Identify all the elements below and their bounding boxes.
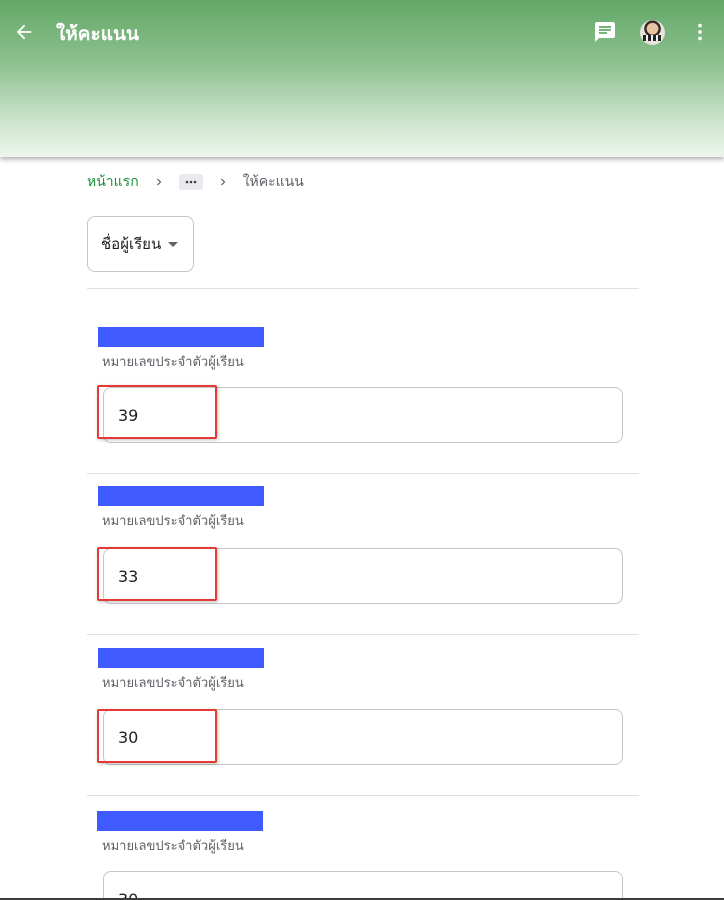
divider: [87, 288, 639, 289]
student-name-redacted: [98, 327, 264, 347]
sort-by-dropdown[interactable]: ชื่อผู้เรียน: [87, 216, 194, 272]
student-name-redacted: [97, 811, 263, 831]
page-title: ให้คะแนน: [56, 23, 139, 45]
student-id-label: หมายเลขประจำตัวผู้เรียน: [102, 839, 244, 854]
student-id-label: หมายเลขประจำตัวผู้เรียน: [102, 355, 244, 370]
comments-button[interactable]: [591, 18, 619, 46]
divider: [87, 795, 639, 796]
back-button[interactable]: [10, 18, 38, 46]
student-row: หมายเลขประจำตัวผู้เรียน 33: [87, 486, 639, 606]
score-value: 33: [118, 567, 139, 586]
student-id-label: หมายเลขประจำตัวผู้เรียน: [102, 514, 244, 529]
more-vert-icon: [698, 23, 702, 41]
app-header: ให้คะแนน: [0, 0, 724, 157]
breadcrumb-home-link[interactable]: หน้าแรก: [87, 171, 139, 193]
more-horiz-icon: [185, 180, 196, 184]
student-row: หมายเลขประจำตัวผู้เรียน 30: [87, 648, 639, 768]
breadcrumb-ellipsis-button[interactable]: [178, 174, 203, 190]
score-input[interactable]: 39: [103, 387, 623, 443]
comment-icon: [595, 22, 615, 42]
avatar[interactable]: [640, 20, 665, 45]
arrow-back-icon: [16, 24, 32, 40]
student-id-label: หมายเลขประจำตัวผู้เรียน: [102, 676, 244, 691]
chevron-right-icon: [203, 175, 243, 189]
dropdown-arrow-icon: [168, 241, 179, 247]
breadcrumb: หน้าแรก ให้คะแนน: [87, 172, 304, 192]
student-row: หมายเลขประจำตัวผู้เรียน 30: [87, 811, 639, 900]
breadcrumb-current: ให้คะแนน: [242, 174, 304, 190]
student-name-redacted: [98, 486, 264, 506]
score-value: 39: [118, 406, 139, 425]
score-value: 30: [118, 728, 139, 747]
score-input[interactable]: 30: [103, 709, 623, 765]
student-name-redacted: [98, 648, 264, 668]
score-input[interactable]: 30: [103, 871, 623, 900]
student-row: หมายเลขประจำตัวผู้เรียน 39: [87, 327, 639, 447]
sort-label: ชื่อผู้เรียน: [101, 235, 162, 253]
score-input[interactable]: 33: [103, 548, 623, 604]
chevron-right-icon: [139, 175, 179, 189]
more-options-button[interactable]: [688, 18, 712, 46]
divider: [87, 634, 639, 635]
divider: [87, 473, 639, 474]
